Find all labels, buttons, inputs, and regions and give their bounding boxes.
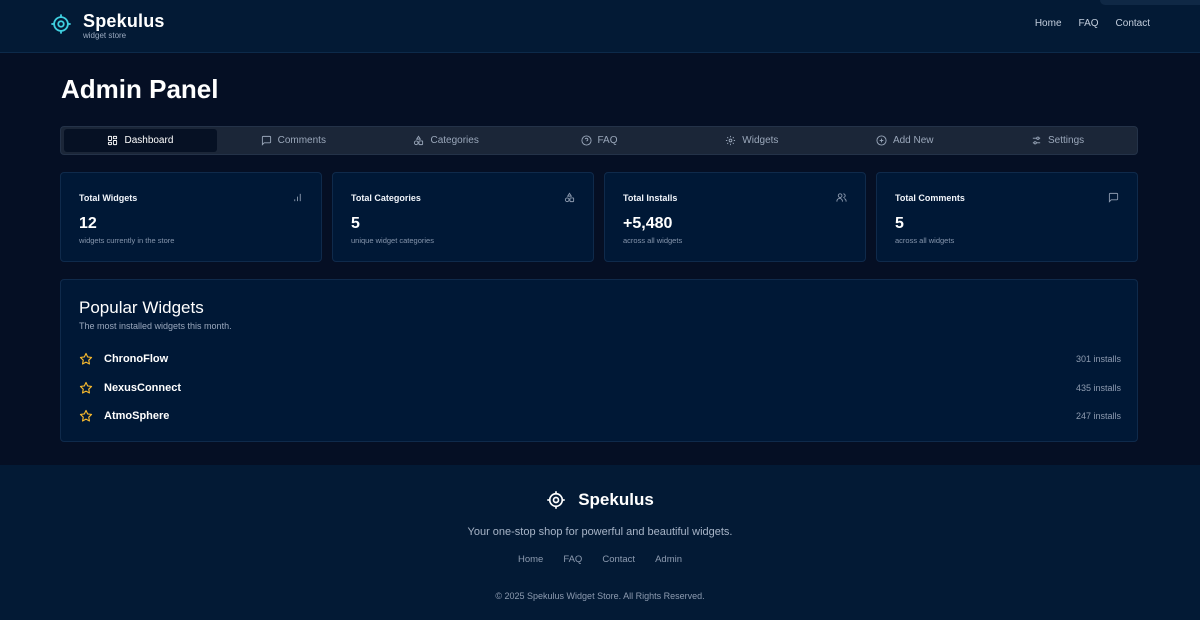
- tab-widgets[interactable]: Widgets: [675, 129, 828, 152]
- logo-icon: [547, 491, 565, 509]
- stat-value: 12: [79, 215, 97, 232]
- comment-icon: [261, 135, 271, 146]
- gear-icon: [726, 135, 736, 146]
- star-icon: [79, 352, 93, 365]
- stat-value: +5,480: [623, 215, 673, 232]
- stat-subtext: unique widget categories: [351, 236, 434, 245]
- footer-link-home[interactable]: Home: [518, 554, 543, 565]
- nav-link-home[interactable]: Home: [1035, 18, 1062, 29]
- widget-name: AtmoSphere: [104, 410, 170, 422]
- plus-circle-icon: [876, 135, 887, 146]
- stat-card-installs: Total Installs +5,480 across all widgets: [604, 172, 866, 262]
- nav-link-faq[interactable]: FAQ: [1079, 18, 1099, 29]
- brand-subtitle: widget store: [83, 31, 127, 40]
- footer-link-admin[interactable]: Admin: [655, 554, 682, 565]
- tab-dashboard[interactable]: Dashboard: [64, 129, 217, 152]
- tab-label: Add New: [892, 135, 934, 146]
- stat-subtext: across all widgets: [623, 236, 683, 245]
- page-title: Admin Panel: [61, 74, 219, 104]
- bar-chart-icon: [294, 193, 301, 202]
- widget-install-count: 435 installs: [1075, 383, 1121, 393]
- admin-tabs: Dashboard Comments Categories FAQ Widget…: [60, 126, 1138, 155]
- tab-label: Dashboard: [124, 135, 174, 146]
- help-circle-icon: [580, 135, 592, 146]
- shapes-icon: [414, 135, 424, 146]
- tab-label: Categories: [430, 135, 479, 146]
- popular-title: Popular Widgets: [79, 298, 204, 317]
- stat-subtext: across all widgets: [895, 236, 955, 245]
- footer-tagline: Your one-stop shop for powerful and beau…: [467, 526, 733, 538]
- brand-name: Spekulus: [83, 11, 165, 31]
- top-edge-decoration: [1100, 0, 1200, 5]
- stat-title: Total Comments: [895, 193, 965, 203]
- comment-icon: [1108, 192, 1119, 203]
- footer-nav: Home FAQ Contact Admin: [0, 554, 1200, 565]
- tab-comments[interactable]: Comments: [217, 129, 370, 152]
- star-icon: [79, 381, 93, 394]
- tab-label: Settings: [1048, 135, 1085, 146]
- tab-label: FAQ: [597, 135, 618, 146]
- tab-faq[interactable]: FAQ: [523, 129, 676, 152]
- stat-title: Total Widgets: [79, 193, 138, 203]
- stat-card-comments: Total Comments 5 across all widgets: [876, 172, 1138, 262]
- tab-settings[interactable]: Settings: [981, 129, 1134, 152]
- site-footer: Spekulus Your one-stop shop for powerful…: [0, 465, 1200, 620]
- stat-card-widgets: Total Widgets 12 widgets currently in th…: [60, 172, 322, 262]
- popular-item[interactable]: AtmoSphere 247 installs: [79, 408, 1121, 424]
- widget-name: ChronoFlow: [104, 353, 169, 365]
- stat-card-categories: Total Categories 5 unique widget categor…: [332, 172, 594, 262]
- site-header: Spekulus widget store Home FAQ Contact: [0, 0, 1200, 53]
- sliders-icon: [1032, 136, 1041, 145]
- nav-link-contact[interactable]: Contact: [1116, 18, 1150, 29]
- footer-brand: Spekulus: [0, 490, 1200, 510]
- widget-install-count: 247 installs: [1075, 411, 1121, 421]
- popular-subtitle: The most installed widgets this month.: [79, 321, 232, 331]
- footer-copyright: © 2025 Spekulus Widget Store. All Rights…: [495, 591, 705, 601]
- top-nav: Home FAQ Contact: [1035, 18, 1150, 29]
- footer-brand-name: Spekulus: [578, 490, 654, 509]
- shapes-icon: [564, 192, 575, 203]
- footer-link-faq[interactable]: FAQ: [563, 554, 582, 565]
- stat-subtext: widgets currently in the store: [79, 236, 175, 245]
- brand-logo[interactable]: Spekulus widget store: [50, 11, 165, 41]
- popular-item[interactable]: NexusConnect 435 installs: [79, 380, 1121, 396]
- tab-add-new[interactable]: Add New: [828, 129, 981, 152]
- stat-value: 5: [895, 215, 904, 232]
- tab-label: Widgets: [742, 135, 779, 146]
- widget-install-count: 301 installs: [1075, 354, 1121, 364]
- users-icon: [836, 193, 847, 202]
- star-icon: [79, 409, 93, 422]
- tab-label: Comments: [277, 135, 326, 146]
- stat-title: Total Installs: [623, 193, 678, 203]
- stat-title: Total Categories: [351, 193, 421, 203]
- tab-categories[interactable]: Categories: [370, 129, 523, 152]
- widget-name: NexusConnect: [104, 382, 182, 394]
- stat-value: 5: [351, 215, 360, 232]
- popular-widgets-panel: Popular Widgets The most installed widge…: [60, 279, 1138, 442]
- logo-icon: [51, 14, 71, 34]
- dashboard-icon: [108, 135, 118, 146]
- footer-link-contact[interactable]: Contact: [602, 554, 635, 565]
- popular-item[interactable]: ChronoFlow 301 installs: [79, 351, 1121, 367]
